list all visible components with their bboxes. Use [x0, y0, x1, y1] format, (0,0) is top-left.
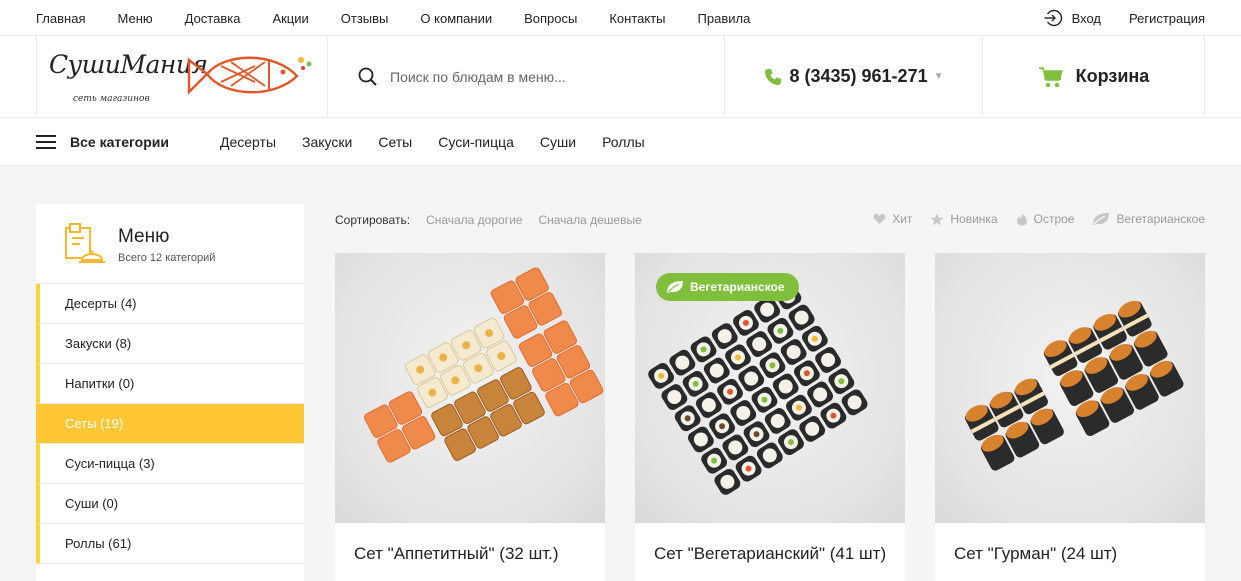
product-card[interactable]: Сет "Аппетитный" (32 шт.): [335, 253, 605, 581]
heart-icon: [873, 213, 886, 224]
login-link[interactable]: Вход: [1044, 9, 1101, 27]
category-sets[interactable]: Сеты: [378, 134, 412, 150]
sidebar-header: Меню Всего 12 категорий: [36, 204, 304, 284]
filter-tags: Хит Новинка Острое Вегетарианское: [855, 212, 1205, 226]
category-bar: Все категории Десерты Закуски Сеты Суси-…: [0, 118, 1241, 166]
vegetarian-badge: Вегетарианское: [656, 273, 799, 301]
sort-expensive-first[interactable]: Сначала дорогие: [426, 213, 522, 227]
product-name[interactable]: Сет "Вегетарианский" (41 шт): [654, 541, 894, 567]
sidebar-item-desserts[interactable]: Десерты (4): [36, 284, 304, 324]
cart-button[interactable]: Корзина: [983, 36, 1205, 117]
top-nav-home[interactable]: Главная: [36, 11, 85, 26]
top-nav-rules[interactable]: Правила: [698, 11, 751, 26]
sidebar-item-snacks[interactable]: Закуски (8): [36, 324, 304, 364]
top-nav-promos[interactable]: Акции: [272, 11, 308, 26]
product-card[interactable]: Вегетарианское Сет "Вегетарианский" (41 …: [635, 253, 905, 581]
top-nav-faq[interactable]: Вопросы: [524, 11, 577, 26]
site-header: СушиМания сеть магазинов 8 (3435) 961-27…: [0, 36, 1241, 118]
filter-hit[interactable]: Хит: [873, 212, 912, 226]
leaf-icon: [667, 281, 683, 293]
product-name[interactable]: Сет "Гурман" (24 шт): [954, 541, 1194, 567]
badge-label: Вегетарианское: [690, 280, 785, 294]
category-sushi[interactable]: Суши: [540, 134, 576, 150]
sidebar-list: Десерты (4) Закуски (8) Напитки (0) Сеты…: [36, 284, 304, 564]
top-nav-menu[interactable]: Меню: [117, 11, 152, 26]
fish-logo-icon: [187, 56, 312, 95]
product-image[interactable]: Вегетарианское: [635, 253, 905, 523]
sort-cheap-first[interactable]: Сначала дешевые: [538, 213, 641, 227]
sidebar-item-drinks[interactable]: Напитки (0): [36, 364, 304, 404]
sidebar-item-sets[interactable]: Сеты (19): [36, 404, 304, 444]
search-input[interactable]: [390, 68, 690, 85]
category-snacks[interactable]: Закуски: [302, 134, 352, 150]
flame-icon: [1016, 212, 1027, 226]
menu-sidebar: Меню Всего 12 категорий Десерты (4) Заку…: [36, 204, 304, 581]
phone-block[interactable]: 8 (3435) 961-271 ▼: [725, 36, 983, 117]
category-sushi-pizza[interactable]: Суси-пицца: [438, 134, 514, 150]
top-nav-about[interactable]: О компании: [420, 11, 492, 26]
menu-book-icon: [65, 223, 105, 263]
hamburger-menu-icon[interactable]: [36, 135, 56, 149]
chevron-down-icon[interactable]: ▼: [934, 71, 944, 82]
top-nav: Главная Меню Доставка Акции Отзывы О ком…: [0, 0, 1241, 36]
sidebar-item-sushi-pizza[interactable]: Суси-пицца (3): [36, 444, 304, 484]
phone-number: 8 (3435) 961-271: [789, 66, 928, 86]
product-image[interactable]: [935, 253, 1205, 523]
phone-icon: [765, 68, 782, 85]
filter-vegetarian-label: Вегетарианское: [1116, 212, 1205, 226]
register-link[interactable]: Регистрация: [1129, 11, 1205, 26]
sidebar-title: Меню: [118, 226, 170, 247]
sidebar-item-rolls[interactable]: Роллы (61): [36, 524, 304, 564]
cart-icon: [1038, 66, 1063, 87]
top-nav-delivery[interactable]: Доставка: [185, 11, 241, 26]
search-box[interactable]: [328, 36, 725, 117]
product-card[interactable]: Сет "Гурман" (24 шт): [935, 253, 1205, 581]
logo-tagline: сеть магазинов: [73, 94, 150, 104]
filter-vegetarian[interactable]: Вегетарианское: [1092, 212, 1205, 226]
sidebar-subtitle: Всего 12 категорий: [118, 252, 216, 264]
category-rolls[interactable]: Роллы: [602, 134, 645, 150]
all-categories-button[interactable]: Все категории: [70, 118, 169, 166]
filter-new-label: Новинка: [950, 212, 998, 226]
sushi-set-image: [964, 300, 1184, 471]
top-nav-links: Главная Меню Доставка Акции Отзывы О ком…: [36, 0, 782, 36]
leaf-icon: [1093, 213, 1110, 225]
top-nav-contacts[interactable]: Контакты: [609, 11, 665, 26]
category-links: Десерты Закуски Сеты Суси-пицца Суши Рол…: [220, 118, 671, 166]
logo-text: СушиМания: [49, 50, 208, 79]
product-name[interactable]: Сет "Аппетитный" (32 шт.): [354, 541, 594, 567]
search-icon: [358, 67, 377, 86]
site-logo[interactable]: СушиМания сеть магазинов: [36, 36, 328, 117]
sort-label: Сортировать:: [335, 213, 411, 227]
filter-hit-label: Хит: [892, 212, 913, 226]
filter-spicy-label: Острое: [1033, 212, 1075, 226]
filter-new[interactable]: Новинка: [930, 212, 998, 226]
top-nav-reviews[interactable]: Отзывы: [341, 11, 389, 26]
filter-spicy[interactable]: Острое: [1016, 212, 1075, 226]
sidebar-item-sushi[interactable]: Суши (0): [36, 484, 304, 524]
category-desserts[interactable]: Десерты: [220, 134, 276, 150]
login-icon: [1044, 9, 1062, 27]
cart-label: Корзина: [1075, 66, 1150, 86]
sort-bar: Сортировать: Сначала дорогие Сначала деш…: [335, 212, 1205, 228]
star-icon: [931, 213, 944, 225]
product-image[interactable]: [335, 253, 605, 523]
login-label: Вход: [1071, 10, 1101, 26]
sushi-set-image: [364, 267, 604, 463]
auth-links: Вход Регистрация: [1044, 0, 1205, 36]
